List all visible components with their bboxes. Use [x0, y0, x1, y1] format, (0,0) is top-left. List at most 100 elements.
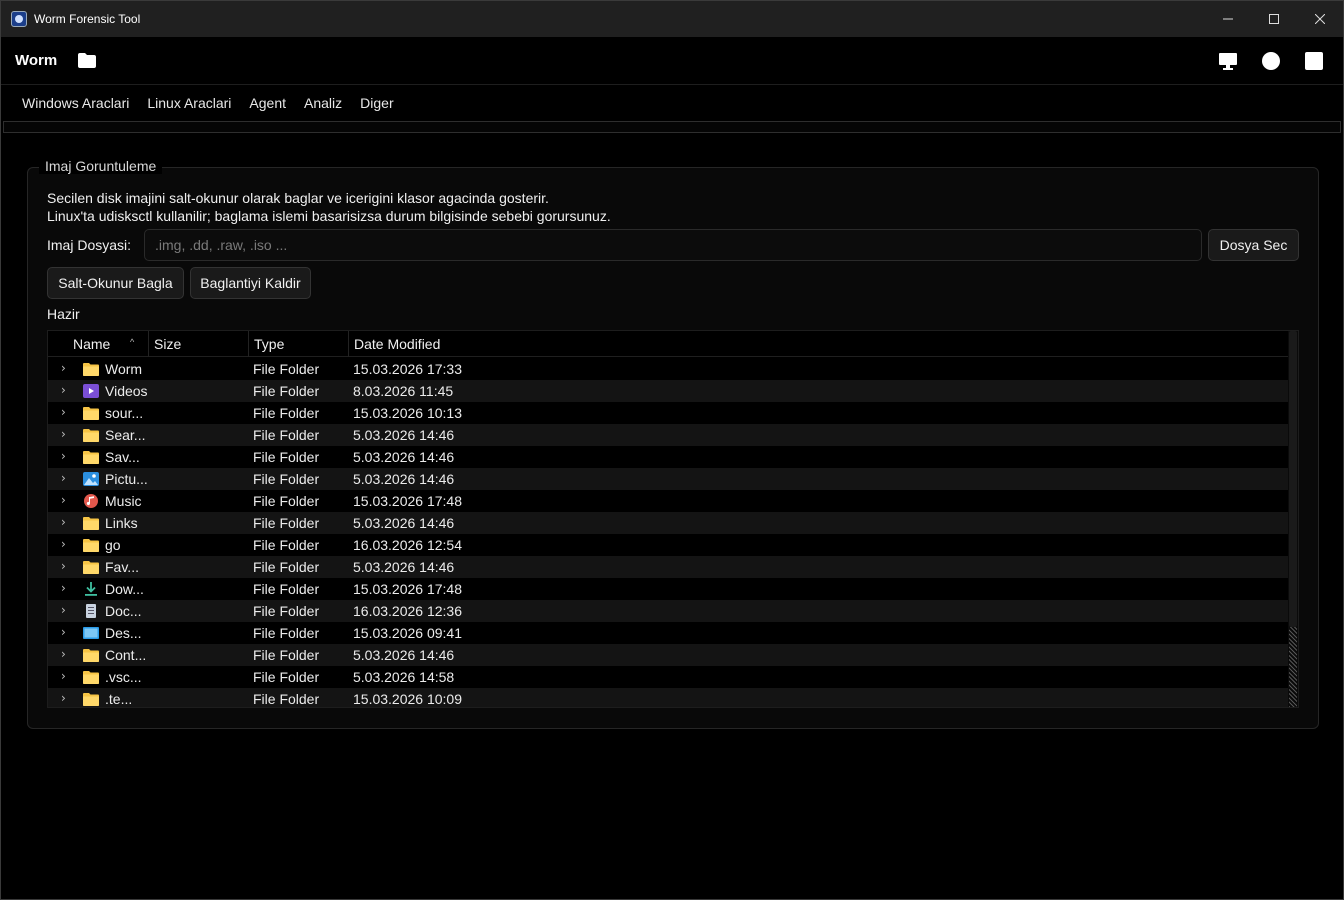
tree-row[interactable]: › Worm File Folder 15.03.2026 17:33 — [48, 358, 1288, 380]
row-type: File Folder — [253, 537, 320, 553]
sort-ascending-icon: ^ — [130, 337, 135, 347]
tree-row[interactable]: › go File Folder 16.03.2026 12:54 — [48, 534, 1288, 556]
menu-linux-araclari[interactable]: Linux Araclari — [138, 95, 240, 111]
menu-analiz[interactable]: Analiz — [295, 95, 351, 111]
tree-row[interactable]: › Cont... File Folder 5.03.2026 14:46 — [48, 644, 1288, 666]
expand-chevron-icon[interactable]: › — [61, 666, 66, 688]
row-type: File Folder — [253, 493, 320, 509]
column-header-type[interactable]: Type — [249, 331, 349, 357]
folder-tree-view[interactable]: Name ^ Size Type Date Modified › Worm File… — [47, 330, 1299, 708]
app-header: Worm — [1, 37, 1343, 85]
expand-chevron-icon[interactable]: › — [61, 358, 66, 380]
tree-row[interactable]: › Des... File Folder 15.03.2026 09:41 — [48, 622, 1288, 644]
tree-row[interactable]: › Videos File Folder 8.03.2026 11:45 — [48, 380, 1288, 402]
expand-chevron-icon[interactable]: › — [61, 688, 66, 707]
description-line-1: Secilen disk imajini salt-okunur olarak … — [47, 190, 549, 206]
tree-row[interactable]: › Pictu... File Folder 5.03.2026 14:46 — [48, 468, 1288, 490]
tree-rows: › Worm File Folder 15.03.2026 17:33 › Videos F… — [48, 358, 1288, 707]
minimize-button[interactable] — [1205, 1, 1251, 37]
tree-row[interactable]: › Links File Folder 5.03.2026 14:46 — [48, 512, 1288, 534]
tree-row[interactable]: › Doc... File Folder 16.03.2026 12:36 — [48, 600, 1288, 622]
column-header-size[interactable]: Size — [149, 331, 249, 357]
folder-icon — [83, 670, 99, 684]
window-title: Worm Forensic Tool — [34, 12, 141, 26]
mount-readonly-button[interactable]: Salt-Okunur Bagla — [47, 267, 184, 299]
expand-chevron-icon[interactable]: › — [61, 578, 66, 600]
square-icon[interactable] — [1305, 51, 1323, 71]
row-date: 16.03.2026 12:36 — [353, 603, 462, 619]
expand-chevron-icon[interactable]: › — [61, 468, 66, 490]
menu-diger[interactable]: Diger — [351, 95, 402, 111]
column-header-name[interactable]: Name ^ — [48, 331, 149, 357]
tree-row[interactable]: › Music File Folder 15.03.2026 17:48 — [48, 490, 1288, 512]
row-type: File Folder — [253, 691, 320, 707]
folder-icon — [83, 428, 99, 442]
folder-icon — [83, 538, 99, 552]
tree-row[interactable]: › Fav... File Folder 5.03.2026 14:46 — [48, 556, 1288, 578]
group-title: Imaj Goruntuleme — [39, 158, 163, 174]
tree-row[interactable]: › Dow... File Folder 15.03.2026 17:48 — [48, 578, 1288, 600]
tree-row[interactable]: › Sav... File Folder 5.03.2026 14:46 — [48, 446, 1288, 468]
brand-title: Worm — [15, 52, 58, 69]
expand-chevron-icon[interactable]: › — [61, 556, 66, 578]
expand-chevron-icon[interactable]: › — [61, 490, 66, 512]
folder-icon — [83, 692, 99, 706]
scrollbar-thumb[interactable] — [1289, 331, 1297, 627]
tree-row[interactable]: › sour... File Folder 15.03.2026 10:13 — [48, 402, 1288, 424]
image-file-input[interactable] — [144, 229, 1202, 261]
row-date: 16.03.2026 12:54 — [353, 537, 462, 553]
app-window: Worm Forensic Tool Worm Windows Araclari… — [0, 0, 1344, 900]
row-date: 5.03.2026 14:46 — [353, 449, 455, 465]
row-name: go — [105, 537, 121, 553]
row-date: 15.03.2026 10:09 — [353, 691, 462, 707]
maximize-button[interactable] — [1251, 1, 1297, 37]
menu-windows-araclari[interactable]: Windows Araclari — [13, 95, 138, 111]
expand-chevron-icon[interactable]: › — [61, 424, 66, 446]
folder-icon[interactable] — [78, 53, 96, 68]
scrollbar-track-region[interactable] — [1289, 627, 1297, 707]
maximize-icon — [1269, 14, 1279, 24]
vertical-scrollbar[interactable] — [1288, 331, 1298, 707]
monitor-icon[interactable] — [1219, 51, 1237, 71]
row-type: File Folder — [253, 427, 320, 443]
tree-header: Name ^ Size Type Date Modified — [48, 331, 1288, 357]
close-button[interactable] — [1297, 1, 1343, 37]
expand-chevron-icon[interactable]: › — [61, 446, 66, 468]
expand-chevron-icon[interactable]: › — [61, 380, 66, 402]
folder-icon — [83, 406, 99, 420]
title-bar[interactable]: Worm Forensic Tool — [1, 1, 1343, 37]
folder-icon — [83, 560, 99, 574]
folder-icon — [83, 450, 99, 464]
column-date-label: Date Modified — [354, 336, 441, 352]
row-type: File Folder — [253, 625, 320, 641]
menu-agent[interactable]: Agent — [240, 95, 295, 111]
row-date: 5.03.2026 14:46 — [353, 559, 455, 575]
expand-chevron-icon[interactable]: › — [61, 600, 66, 622]
unmount-button[interactable]: Baglantiyi Kaldir — [190, 267, 311, 299]
row-date: 15.03.2026 10:13 — [353, 405, 462, 421]
row-type: File Folder — [253, 559, 320, 575]
status-text: Hazir — [47, 306, 80, 322]
column-type-label: Type — [254, 336, 285, 352]
tree-row[interactable]: › .vsc... File Folder 5.03.2026 14:58 — [48, 666, 1288, 688]
menu-bar: Windows Araclari Linux Araclari Agent An… — [1, 86, 1343, 120]
circle-icon[interactable] — [1261, 51, 1281, 71]
expand-chevron-icon[interactable]: › — [61, 622, 66, 644]
row-type: File Folder — [253, 581, 320, 597]
tree-row[interactable]: › .te... File Folder 15.03.2026 10:09 — [48, 688, 1288, 707]
expand-chevron-icon[interactable]: › — [61, 644, 66, 666]
row-type: File Folder — [253, 449, 320, 465]
expand-chevron-icon[interactable]: › — [61, 512, 66, 534]
row-name: Music — [105, 493, 142, 509]
description: Secilen disk imajini salt-okunur olarak … — [47, 189, 1299, 225]
expand-chevron-icon[interactable]: › — [61, 534, 66, 556]
tree-row[interactable]: › Sear... File Folder 5.03.2026 14:46 — [48, 424, 1288, 446]
row-name: Videos — [105, 383, 148, 399]
row-name: Doc... — [105, 603, 142, 619]
row-type: File Folder — [253, 603, 320, 619]
column-header-date[interactable]: Date Modified — [349, 331, 1288, 357]
browse-file-button[interactable]: Dosya Sec — [1208, 229, 1299, 261]
column-size-label: Size — [154, 336, 182, 352]
expand-chevron-icon[interactable]: › — [61, 402, 66, 424]
row-name: sour... — [105, 405, 144, 421]
